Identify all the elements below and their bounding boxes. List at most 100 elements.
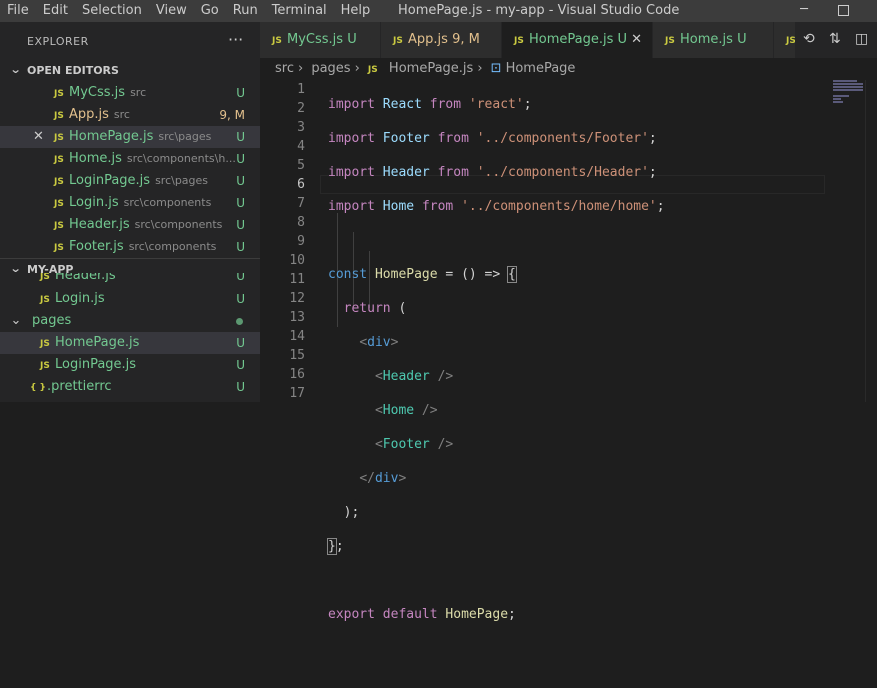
js-file-icon: JS xyxy=(54,177,64,187)
code-line: import Footer from '../components/Footer… xyxy=(328,131,657,146)
file-name: Home.js xyxy=(69,151,122,166)
line-number: 10 xyxy=(289,253,305,268)
chevron-right-icon: › xyxy=(477,61,483,76)
file-path: src\components xyxy=(128,240,217,253)
close-icon[interactable]: ✕ xyxy=(631,22,642,58)
symbol-icon: ⊡ xyxy=(490,61,502,76)
js-file-icon: JS xyxy=(665,36,675,46)
file-name: Header.js xyxy=(55,273,116,283)
menu-go[interactable]: Go xyxy=(194,0,226,22)
split-editor-icon[interactable]: ◫ xyxy=(855,31,868,47)
tab-label: App.js xyxy=(408,32,448,47)
code-line: import Home from '../components/home/hom… xyxy=(328,199,665,214)
close-icon[interactable]: ✕ xyxy=(33,126,44,148)
file-name: .prettierrc xyxy=(47,379,112,394)
code-line: export default HomePage; xyxy=(328,607,516,622)
menu-edit[interactable]: Edit xyxy=(36,0,75,22)
tab-home[interactable]: JS Home.js U xyxy=(653,22,774,58)
file-name: LoginPage.js xyxy=(69,173,151,188)
breadcrumb-pages[interactable]: pages xyxy=(311,61,350,76)
source-control-icon[interactable]: ⇅ xyxy=(829,31,841,47)
open-editor-item[interactable]: JS LoginPage.js src\pages U xyxy=(0,170,260,192)
more-actions-icon[interactable]: ··· xyxy=(228,30,243,49)
minimize-button[interactable]: ─ xyxy=(787,0,821,22)
code-editor[interactable]: 1 2 3 4 5 6 7 8 9 10 11 12 13 14 15 16 1… xyxy=(260,80,877,622)
editor-tabs: JS MyCss.js U JS App.js 9, M JS HomePage.js… xyxy=(260,22,877,58)
menu-selection[interactable]: Selection xyxy=(75,0,149,22)
tree-item[interactable]: { }.prettierrc U xyxy=(0,376,260,398)
file-name: App.js xyxy=(69,107,109,122)
vertical-scrollbar[interactable] xyxy=(865,80,877,402)
minimap[interactable] xyxy=(833,80,863,120)
file-name: Footer.js xyxy=(69,239,124,254)
breadcrumb: src › pages › JS HomePage.js › ⊡ HomePage xyxy=(260,58,877,80)
git-status-badge: U xyxy=(236,380,245,394)
tree-item[interactable]: JS LoginPage.js U xyxy=(0,354,260,376)
js-file-icon: JS xyxy=(393,36,403,46)
menu-help[interactable]: Help xyxy=(334,0,378,22)
code-line: ); xyxy=(343,505,360,520)
open-editor-item[interactable]: JS Header.js src\components U xyxy=(0,214,260,236)
tab-badge: 9, M xyxy=(452,32,480,47)
code-line: </div> xyxy=(359,471,407,486)
timeline-icon[interactable]: ⟲ xyxy=(803,31,815,47)
breadcrumb-symbol[interactable]: HomePage xyxy=(506,61,576,76)
tab-mycss[interactable]: JS MyCss.js U xyxy=(260,22,381,58)
chevron-right-icon: › xyxy=(354,61,360,76)
git-status-dot xyxy=(236,318,243,325)
tree-item-active[interactable]: JS HomePage.js U xyxy=(0,332,260,354)
menu-run[interactable]: Run xyxy=(226,0,265,22)
breadcrumb-file[interactable]: HomePage.js xyxy=(389,61,473,76)
matching-bracket: } xyxy=(327,538,337,555)
code-line: <Header /> xyxy=(374,369,454,384)
open-editor-item[interactable]: JS Footer.js src\components U xyxy=(0,236,260,258)
code-line: <Footer /> xyxy=(374,437,454,452)
chevron-down-icon: ⌄ xyxy=(9,63,22,76)
line-number: 8 xyxy=(297,215,305,230)
menu-view[interactable]: View xyxy=(149,0,194,22)
open-editor-item[interactable]: JS App.js src 9, M xyxy=(0,104,260,126)
open-editor-item-active[interactable]: ✕ JS HomePage.js src\pages U xyxy=(0,126,260,148)
tree-item[interactable]: JS Login.js U xyxy=(0,288,260,310)
maximize-button[interactable] xyxy=(826,0,860,22)
file-name: Header.js xyxy=(69,217,130,232)
code-line: return ( xyxy=(343,301,407,316)
line-number: 14 xyxy=(289,329,305,344)
js-file-icon: JS xyxy=(54,111,64,121)
tab-homepage[interactable]: JS HomePage.js U ✕ xyxy=(502,22,653,58)
git-status-badge: U xyxy=(236,240,245,254)
open-editors-section[interactable]: ⌄ OPEN EDITORS xyxy=(0,60,260,82)
line-number: 5 xyxy=(297,158,305,173)
git-status-badge: U xyxy=(236,130,245,144)
line-number-current: 6 xyxy=(297,177,305,192)
code-line: import Header from '../components/Header… xyxy=(328,165,657,180)
tab-app[interactable]: JS App.js 9, M xyxy=(381,22,502,58)
code-text: import React from 'react'; import Footer… xyxy=(327,80,665,688)
js-file-icon: JS xyxy=(54,243,64,253)
menu-file[interactable]: File xyxy=(0,0,36,22)
chevron-down-icon: ⌄ xyxy=(10,313,22,328)
js-file-icon: JS xyxy=(54,221,64,231)
code-line: import React from 'react'; xyxy=(328,97,532,112)
file-name: MyCss.js xyxy=(69,85,126,100)
editor-actions: ⟲ ⇅ ◫ xyxy=(795,22,877,58)
line-number: 13 xyxy=(289,310,305,325)
js-file-icon: JS xyxy=(54,133,64,143)
open-editor-item[interactable]: JS Home.js src\components\h... U xyxy=(0,148,260,170)
tree-folder-pages[interactable]: ⌄ pages xyxy=(0,310,260,332)
file-path: src xyxy=(113,108,130,121)
breadcrumb-src[interactable]: src xyxy=(275,61,294,76)
code-line: <Home /> xyxy=(374,403,438,418)
line-number: 9 xyxy=(297,234,305,249)
tab-badge: U xyxy=(347,32,357,47)
menu-terminal[interactable]: Terminal xyxy=(265,0,334,22)
tree-item-partial[interactable]: JS Header.js U xyxy=(0,273,260,285)
open-editor-item[interactable]: JS Login.js src\components U xyxy=(0,192,260,214)
open-editor-item[interactable]: JS MyCss.js src U xyxy=(0,82,260,104)
git-status-badge: U xyxy=(236,218,245,232)
menu-bar: File Edit Selection View Go Run Terminal… xyxy=(0,0,377,22)
window-title: HomePage.js - my-app - Visual Studio Cod… xyxy=(398,3,680,18)
explorer-title: EXPLORER xyxy=(27,35,89,48)
file-path: src\components xyxy=(134,218,223,231)
